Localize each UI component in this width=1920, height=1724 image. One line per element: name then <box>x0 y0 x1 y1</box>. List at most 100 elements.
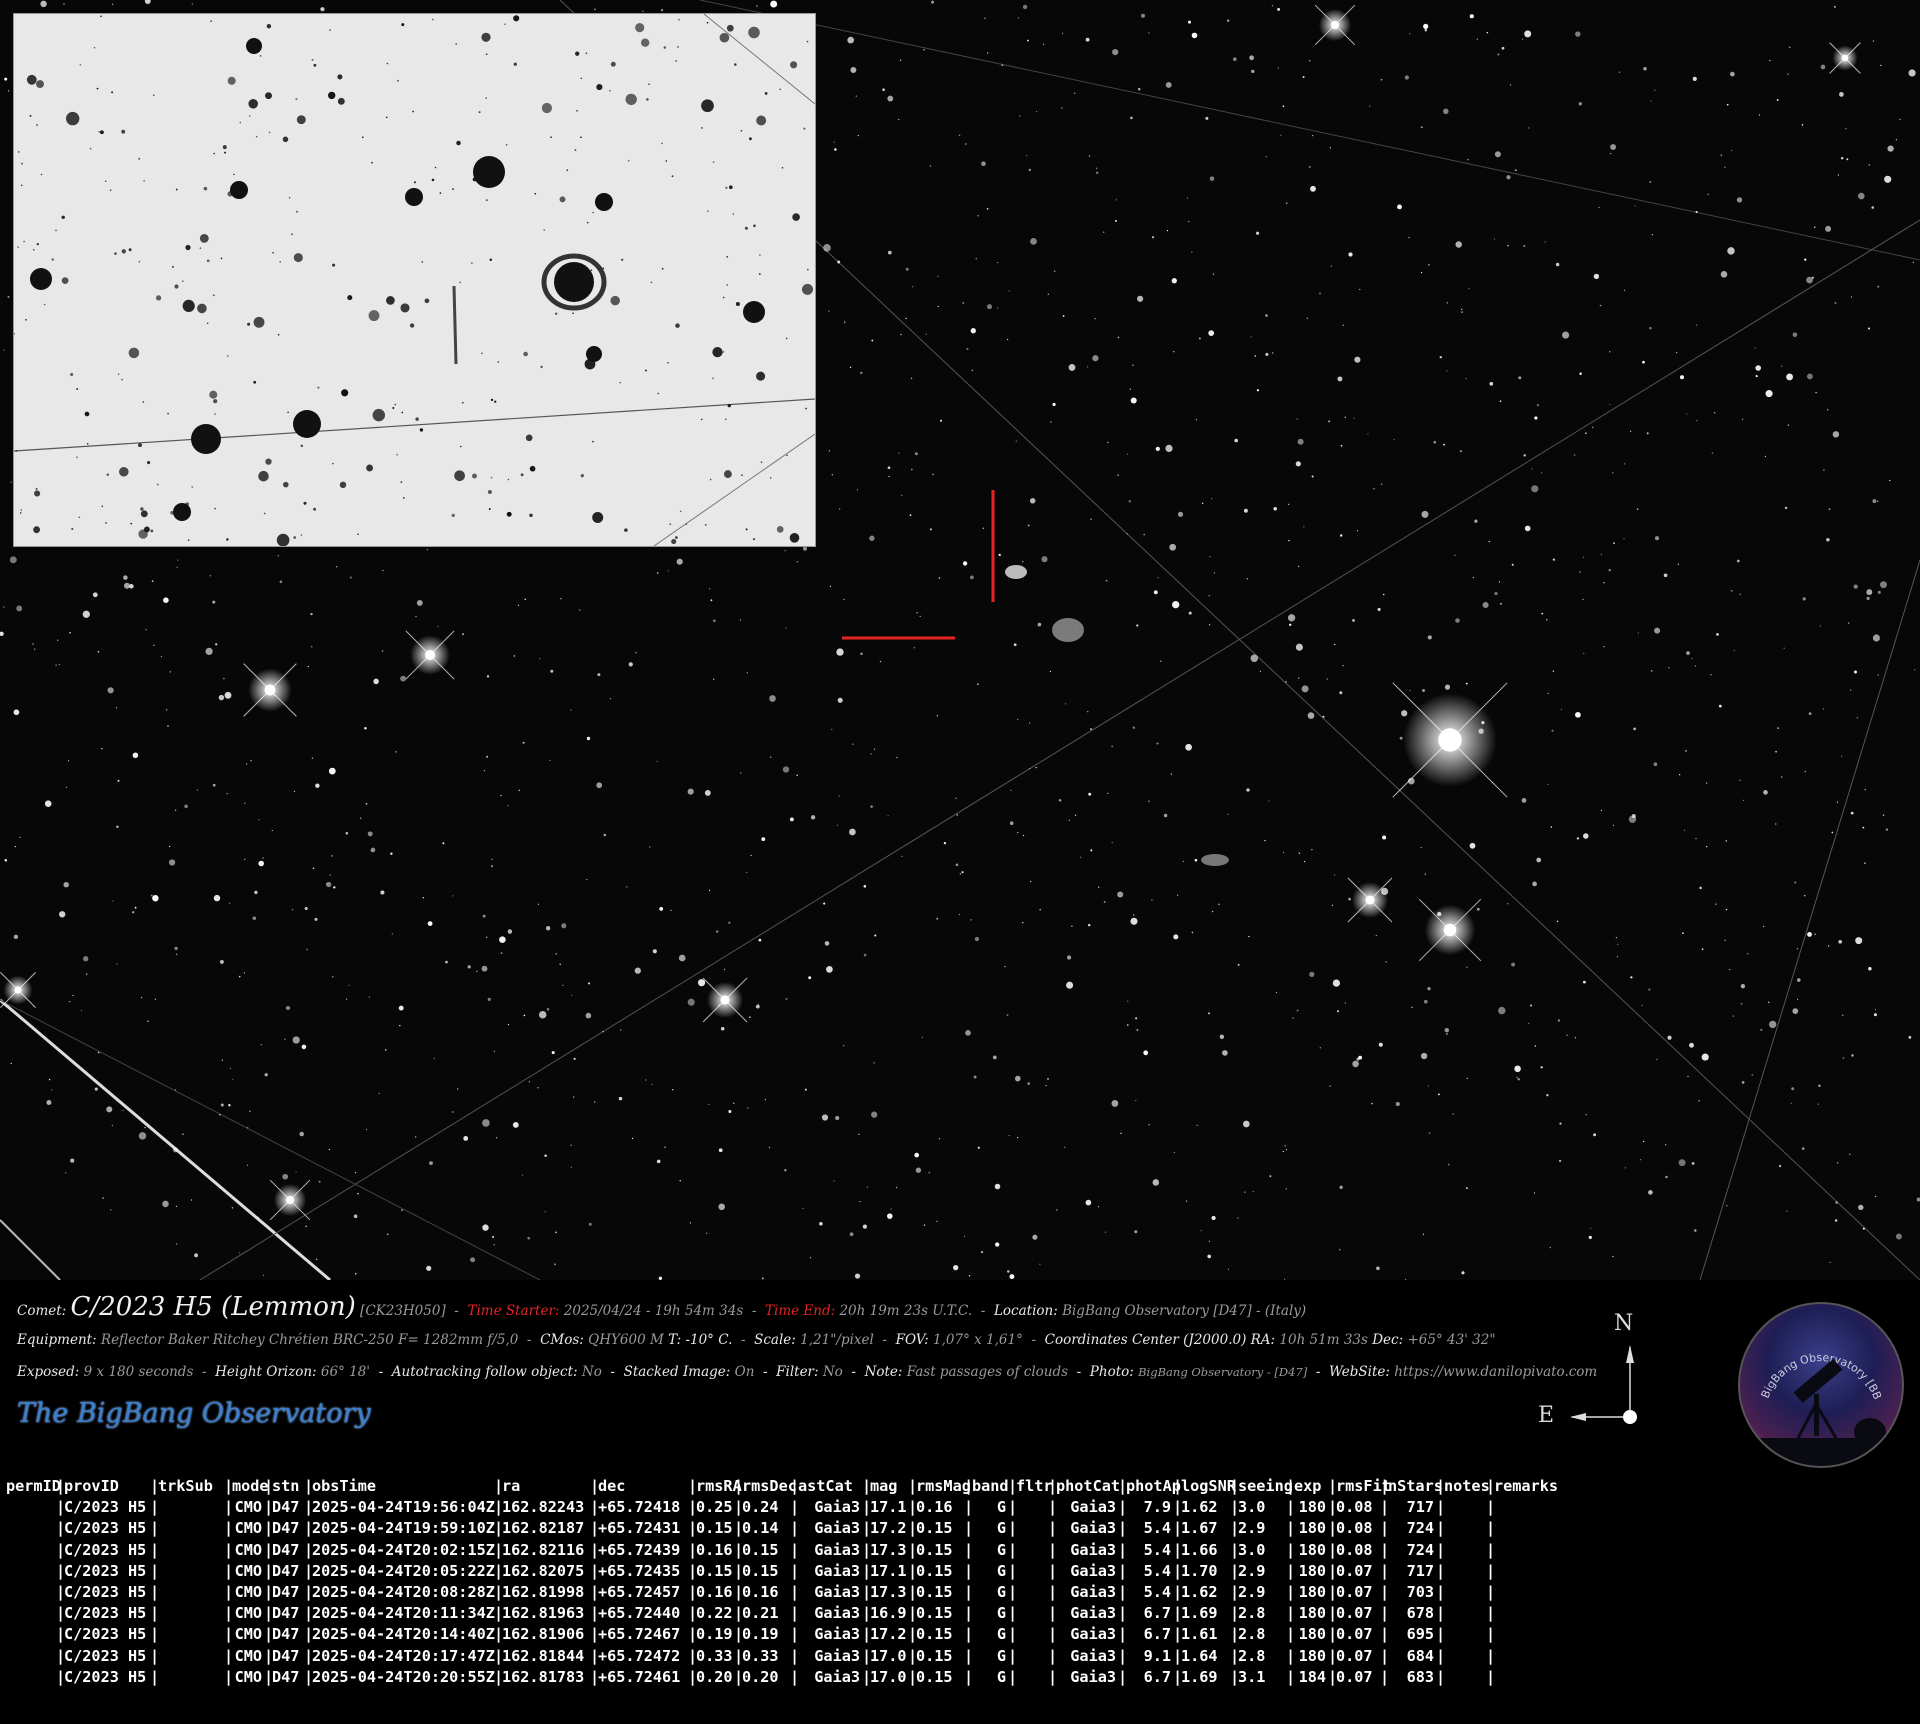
inset-star <box>709 478 712 481</box>
column-separator: | <box>1008 1519 1018 1538</box>
star <box>1246 788 1250 792</box>
star <box>491 865 493 868</box>
star <box>1725 908 1728 911</box>
star <box>1090 849 1093 852</box>
star <box>167 725 169 727</box>
star <box>486 755 489 758</box>
star <box>1466 1077 1468 1079</box>
star <box>1445 1032 1448 1036</box>
column-separator: | <box>1486 1667 1496 1686</box>
star <box>1143 533 1145 536</box>
star <box>544 1154 547 1157</box>
star <box>1667 1035 1672 1040</box>
inset-star <box>459 281 462 284</box>
exposed-value: 9 x 180 seconds <box>83 1364 194 1380</box>
table-cell: 0.15 <box>916 1625 953 1644</box>
star <box>1668 667 1670 669</box>
star <box>94 1087 98 1091</box>
star <box>955 797 957 799</box>
star <box>938 577 941 579</box>
star <box>1423 23 1429 30</box>
star <box>1250 654 1259 663</box>
star <box>491 858 493 860</box>
star <box>1583 980 1586 984</box>
table-cell: D47 <box>272 1646 300 1665</box>
star <box>427 921 433 926</box>
star <box>304 906 308 911</box>
inset-star <box>744 226 748 230</box>
star <box>1790 1102 1792 1104</box>
star <box>1331 904 1334 907</box>
star <box>1001 64 1004 67</box>
star <box>1576 837 1580 840</box>
satellite-trail <box>0 998 331 1280</box>
star <box>1678 1159 1686 1167</box>
star <box>365 802 368 805</box>
star <box>936 715 939 717</box>
inset-star <box>138 260 141 263</box>
star <box>537 1086 539 1089</box>
star <box>1726 103 1729 106</box>
star <box>102 1197 105 1200</box>
inset-star <box>303 501 307 505</box>
table-cell: G <box>996 1625 1006 1644</box>
star <box>1219 1034 1225 1039</box>
star <box>386 1233 389 1236</box>
star <box>295 1171 297 1173</box>
star <box>1642 1140 1645 1143</box>
column-separator: | <box>1436 1625 1446 1644</box>
inset-star <box>529 465 536 472</box>
star <box>271 829 273 832</box>
inset-star <box>332 462 334 465</box>
galaxy <box>1005 565 1027 579</box>
inset-star <box>678 18 680 21</box>
star <box>1422 1233 1425 1235</box>
star <box>545 926 551 931</box>
star <box>212 600 216 604</box>
table-cell: D47 <box>272 1540 300 1559</box>
star <box>928 1172 930 1174</box>
star <box>1546 619 1548 621</box>
star <box>1822 708 1824 710</box>
table-header-cell: rmsDec <box>742 1477 797 1495</box>
star <box>1653 762 1658 767</box>
star <box>539 658 541 660</box>
star <box>122 1109 124 1112</box>
star <box>1399 736 1403 740</box>
star <box>1265 314 1268 317</box>
star <box>1787 73 1789 75</box>
star <box>507 805 509 807</box>
inset-star <box>669 523 672 525</box>
star <box>834 148 837 151</box>
star <box>1656 1058 1658 1061</box>
table-cell: 2025-04-24T20:02:15Z <box>312 1540 495 1559</box>
table-row: | C/2023 H5 | | CMO | D47 | 2025-04-24T20:02:15Z… <box>6 1541 1916 1562</box>
star <box>838 795 840 797</box>
star <box>1731 150 1733 152</box>
star <box>1521 798 1527 803</box>
star <box>1585 1114 1587 1116</box>
star <box>1877 674 1879 676</box>
table-cell: D47 <box>272 1625 300 1644</box>
inset-star <box>25 319 27 321</box>
inset-star <box>803 127 806 130</box>
inset-star <box>29 114 32 117</box>
star <box>1558 1159 1562 1163</box>
star <box>1677 563 1679 565</box>
star <box>849 1232 854 1237</box>
star <box>1085 1199 1092 1206</box>
star <box>1707 193 1709 195</box>
inset-star <box>609 90 611 92</box>
inset-star <box>574 149 577 151</box>
inset-star <box>386 62 389 65</box>
star <box>1885 828 1889 831</box>
cmos-value: QHY600 M <box>588 1332 664 1348</box>
star <box>10 1062 12 1065</box>
star <box>1062 315 1065 317</box>
star <box>998 553 1001 557</box>
inset-star <box>372 408 386 422</box>
table-cell: Gaia3 <box>814 1498 860 1517</box>
table-cell: Gaia3 <box>814 1625 860 1644</box>
star <box>1530 1004 1533 1007</box>
star <box>1509 84 1512 86</box>
